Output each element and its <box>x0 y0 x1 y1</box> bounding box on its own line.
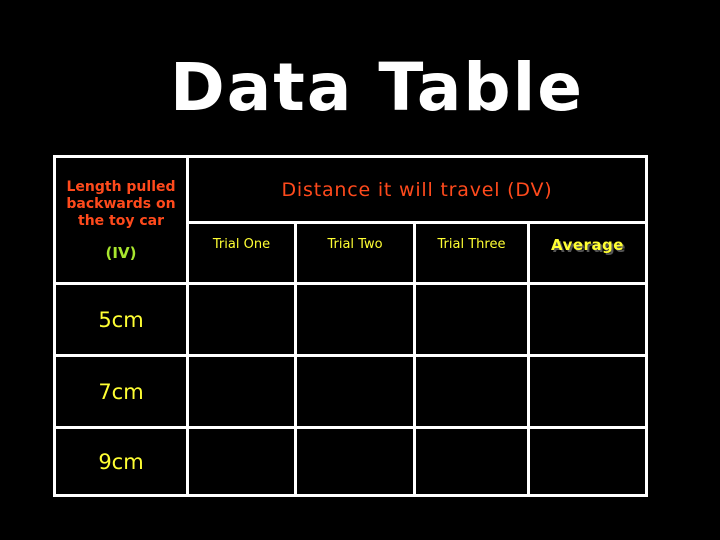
row-label-7cm: 7cm <box>98 379 144 404</box>
row-label-9cm: 9cm <box>98 449 144 474</box>
page-title: Data Table <box>169 49 585 126</box>
data-cell[interactable] <box>189 429 294 494</box>
column-header-trial-two: Trial Two <box>327 236 383 252</box>
data-cell[interactable] <box>530 357 645 426</box>
data-cell[interactable] <box>189 357 294 426</box>
iv-tag: (IV) <box>105 243 137 262</box>
column-header-trial-three: Trial Three <box>437 236 506 252</box>
data-cell[interactable] <box>530 285 645 354</box>
iv-header-line: Length pulled <box>66 178 176 195</box>
dv-header: Distance it will travel (DV) <box>281 178 553 201</box>
data-cell[interactable] <box>297 429 413 494</box>
row-label-5cm: 5cm <box>98 307 144 332</box>
data-cell[interactable] <box>297 357 413 426</box>
column-header-trial-one: Trial One <box>212 236 271 252</box>
data-cell[interactable] <box>530 429 645 494</box>
data-cell[interactable] <box>189 285 294 354</box>
data-cell[interactable] <box>416 285 527 354</box>
data-cell[interactable] <box>416 429 527 494</box>
data-cell[interactable] <box>297 285 413 354</box>
data-cell[interactable] <box>416 357 527 426</box>
iv-header-line: backwards on <box>66 195 176 212</box>
iv-header-line: the toy car <box>78 212 164 229</box>
data-table: Length pulled backwards on the toy car (… <box>53 155 648 497</box>
column-header-average: Average <box>551 236 624 254</box>
iv-header-cell: Length pulled backwards on the toy car (… <box>56 158 186 282</box>
